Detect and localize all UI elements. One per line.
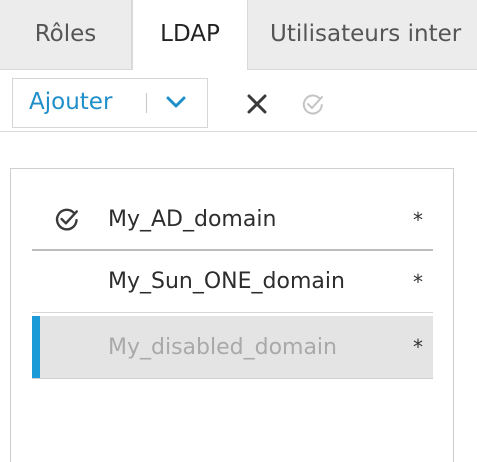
tab-ldap[interactable]: LDAP — [132, 0, 248, 70]
close-icon — [247, 94, 267, 114]
default-domain-check-icon — [54, 206, 80, 232]
toolbar-divider — [0, 131, 477, 132]
add-split-divider — [146, 93, 147, 113]
add-split-button: Ajouter — [12, 78, 208, 128]
ldap-settings-view: Rôles LDAP Utilisateurs inter Ajouter My… — [0, 0, 477, 462]
domain-name: My_Sun_ONE_domain — [108, 269, 345, 294]
add-button[interactable]: Ajouter — [13, 79, 135, 127]
domain-marker: * — [413, 208, 423, 232]
toolbar: Ajouter — [0, 70, 477, 132]
domain-name: My_AD_domain — [108, 207, 277, 232]
selection-indicator — [32, 316, 40, 378]
tab-bar: Rôles LDAP Utilisateurs inter — [0, 0, 477, 70]
domain-row-ad[interactable]: My_AD_domain * — [32, 189, 433, 251]
check-circle-icon — [302, 94, 323, 115]
domain-list: My_AD_domain * My_Sun_ONE_domain * My_di… — [10, 168, 454, 462]
tab-internal-users[interactable]: Utilisateurs inter — [248, 0, 477, 69]
domain-name: My_disabled_domain — [108, 335, 337, 360]
domain-marker: * — [413, 335, 423, 359]
chevron-down-icon — [166, 96, 186, 108]
set-default-button[interactable] — [296, 86, 330, 120]
domain-row-disabled[interactable]: My_disabled_domain * — [32, 316, 433, 379]
delete-button[interactable] — [240, 86, 274, 120]
add-dropdown-button[interactable] — [159, 87, 193, 119]
domain-row-sun-one[interactable]: My_Sun_ONE_domain * — [32, 251, 433, 313]
tab-roles[interactable]: Rôles — [0, 0, 132, 69]
domain-marker: * — [413, 270, 423, 294]
